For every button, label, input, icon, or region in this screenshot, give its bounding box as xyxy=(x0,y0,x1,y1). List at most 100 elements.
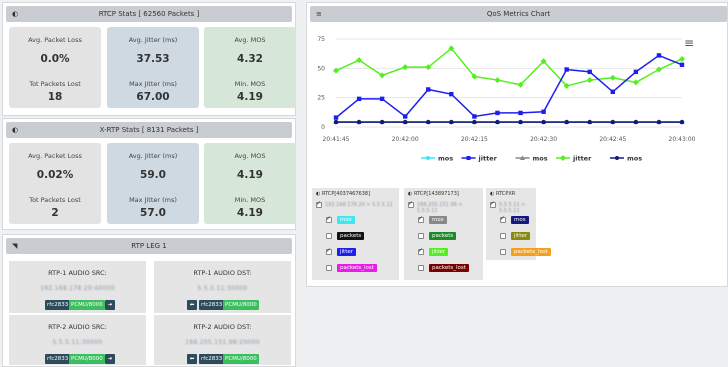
stat-avg-mos: Avg. MOS 4.19 xyxy=(204,143,296,192)
stat-value: 37.53 xyxy=(136,53,170,65)
select-all-checkbox[interactable] xyxy=(316,200,322,208)
qos-chart: 0 25 50 75 20:41:45 20:42:00 20:42:15 20:42:30 2… xyxy=(317,36,695,163)
series-checkbox[interactable] xyxy=(326,247,332,255)
selector-title: ◐ RTCP[143897173] xyxy=(408,191,459,197)
selector-ip: 188.205.151.98 > 5.5.5.11 xyxy=(417,202,463,214)
rtp-leg-header[interactable]: ◥ RTP LEG 1 xyxy=(6,238,292,254)
data-point xyxy=(655,66,662,73)
x-tick-label: 20:42:00 xyxy=(392,136,419,143)
data-point xyxy=(610,119,615,125)
xrtp-stats-header[interactable]: ◐ X-RTP Stats [ 8131 Packets ] xyxy=(6,122,292,138)
data-point xyxy=(495,110,500,116)
stat-avg-packet-loss: Avg. Packet Loss 0.02% xyxy=(9,143,101,192)
stat-label: Tot Packets Lost xyxy=(29,80,81,88)
series-tag[interactable]: packets_lost xyxy=(429,264,469,272)
stat-max-jitter: Max Jitter (ms) 67.00 xyxy=(107,71,199,108)
series-selector-box: ◐ RTCP[4037467638] 192.168.178.20 > 5.5.5… xyxy=(312,188,399,280)
rtcp-stats-header[interactable]: ◐ RTCP Stats [ 62560 Packets ] xyxy=(6,6,292,22)
arrow-right-icon: ➔ xyxy=(105,354,115,364)
stat-max-jitter: Max Jitter (ms) 57.0 xyxy=(107,187,199,224)
selector-title: ◐ RTCPXR xyxy=(490,191,516,197)
stat-value: 4.19 xyxy=(237,91,263,103)
card-ip: 192.168.178.20:40000 xyxy=(40,285,115,292)
series-checkbox[interactable] xyxy=(418,233,424,239)
hamburger-icon[interactable]: ≡ xyxy=(316,10,322,18)
rtp-leg-title: RTP LEG 1 xyxy=(131,242,167,250)
stat-value: 4.19 xyxy=(237,169,263,181)
data-point xyxy=(564,67,569,72)
data-point xyxy=(518,110,523,116)
series-tag[interactable]: jitter xyxy=(429,248,449,256)
series-tag[interactable]: jitter xyxy=(337,248,357,256)
series-tag[interactable]: packets_lost xyxy=(511,248,551,256)
codec-badge: PCMU/8000 xyxy=(69,354,105,364)
series-checkbox[interactable] xyxy=(418,215,424,223)
card-label: RTP-2 AUDIO SRC: xyxy=(48,323,107,331)
stat-value: 4.19 xyxy=(237,207,263,219)
x-tick-label: 20:42:15 xyxy=(461,136,488,143)
stat-label: Avg. MOS xyxy=(234,36,266,44)
series-tag[interactable]: packets xyxy=(337,232,365,240)
data-point xyxy=(587,69,592,75)
rtcp-stats-panel: ◐ RTCP Stats [ 62560 Packets ] Avg. Packe… xyxy=(2,2,296,116)
data-point xyxy=(426,119,431,125)
data-point xyxy=(449,91,454,97)
series-checkbox[interactable] xyxy=(500,249,506,255)
data-point xyxy=(541,119,546,125)
rtp2-src-card: RTP-2 AUDIO SRC: 5.5.5.11:30000 rfc2833 … xyxy=(9,315,146,365)
x-tick-label: 20:41:45 xyxy=(323,136,350,143)
series-selector-box: ◐ RTCPXR 5.5.5.11 > 5.5.5.11 mos jitter pack… xyxy=(486,188,551,260)
series-tag[interactable]: packets xyxy=(429,232,457,240)
y-tick-label: 25 xyxy=(317,95,325,102)
series-checkbox[interactable] xyxy=(326,265,332,271)
select-all-checkbox[interactable] xyxy=(408,200,414,208)
select-all-checkbox[interactable] xyxy=(490,200,496,208)
data-point xyxy=(679,55,685,62)
series-checkbox[interactable] xyxy=(500,233,506,239)
xrtp-stats-title: X-RTP Stats [ 8131 Packets ] xyxy=(99,126,199,134)
rtp-leg-panel: ◥ RTP LEG 1 RTP-1 AUDIO SRC: 192.168.178.… xyxy=(2,234,296,367)
toggle-icon[interactable]: ◐ xyxy=(12,10,18,18)
series-checkbox[interactable] xyxy=(326,215,332,223)
legend-label: jitter xyxy=(572,155,592,163)
rtp1-src-card: RTP-1 AUDIO SRC: 192.168.178.20:40000 rf… xyxy=(9,261,146,313)
data-point xyxy=(541,109,546,114)
series-tag[interactable]: mos xyxy=(429,216,447,224)
series-tag[interactable]: jitter xyxy=(511,232,531,240)
stat-label: Avg. Jitter (ms) xyxy=(128,152,178,160)
selector-ip: 5.5.5.11 > 5.5.5.11 xyxy=(499,202,526,214)
series-checkbox[interactable] xyxy=(326,233,332,239)
legend-marker xyxy=(560,155,566,161)
series-tag[interactable]: mos xyxy=(511,216,529,224)
codec-badge: PCMU/8000 xyxy=(223,300,259,310)
series-checkbox[interactable] xyxy=(418,247,424,255)
series-line xyxy=(335,47,683,87)
legend-marker xyxy=(615,156,619,160)
series-tag[interactable]: packets_lost xyxy=(337,264,377,272)
stat-avg-jitter: Avg. Jitter (ms) 59.0 xyxy=(107,143,199,192)
stat-label: Min. MOS xyxy=(234,80,266,88)
qos-title: QoS Metrics Chart xyxy=(486,10,551,18)
chart-menu-icon[interactable]: ≡ xyxy=(684,36,694,50)
rtcp-stats-title: RTCP Stats [ 62560 Packets ] xyxy=(98,10,200,18)
qos-header[interactable]: ≡ QoS Metrics Chart xyxy=(310,6,727,22)
series-checkbox[interactable] xyxy=(418,265,424,271)
data-point xyxy=(610,89,615,94)
data-point xyxy=(356,96,362,102)
data-point xyxy=(449,119,454,125)
data-point xyxy=(679,62,685,68)
series-selector-box: ◐ RTCP[143897173] 188.205.151.98 > 5.5.5.… xyxy=(404,188,483,280)
data-point xyxy=(403,114,408,119)
series-checkbox[interactable] xyxy=(500,215,506,223)
data-point xyxy=(403,119,408,125)
data-point xyxy=(494,77,501,84)
series-tag[interactable]: mos xyxy=(337,216,355,224)
toggle-icon[interactable]: ◐ xyxy=(12,126,18,134)
call-details-view: ◐ RTCP Stats [ 62560 Packets ] Avg. Packe… xyxy=(0,0,728,367)
data-point xyxy=(402,64,409,71)
stat-label: Max Jitter (ms) xyxy=(129,80,177,88)
legend-marker xyxy=(466,156,471,160)
stat-label: Avg. Packet Loss xyxy=(28,152,82,160)
rtp2-dst-card: RTP-2 AUDIO DST: 188.205.151.98:20000 ⬅ … xyxy=(154,315,291,365)
stat-tot-packets-lost: Tot Packets Lost 18 xyxy=(9,71,101,108)
